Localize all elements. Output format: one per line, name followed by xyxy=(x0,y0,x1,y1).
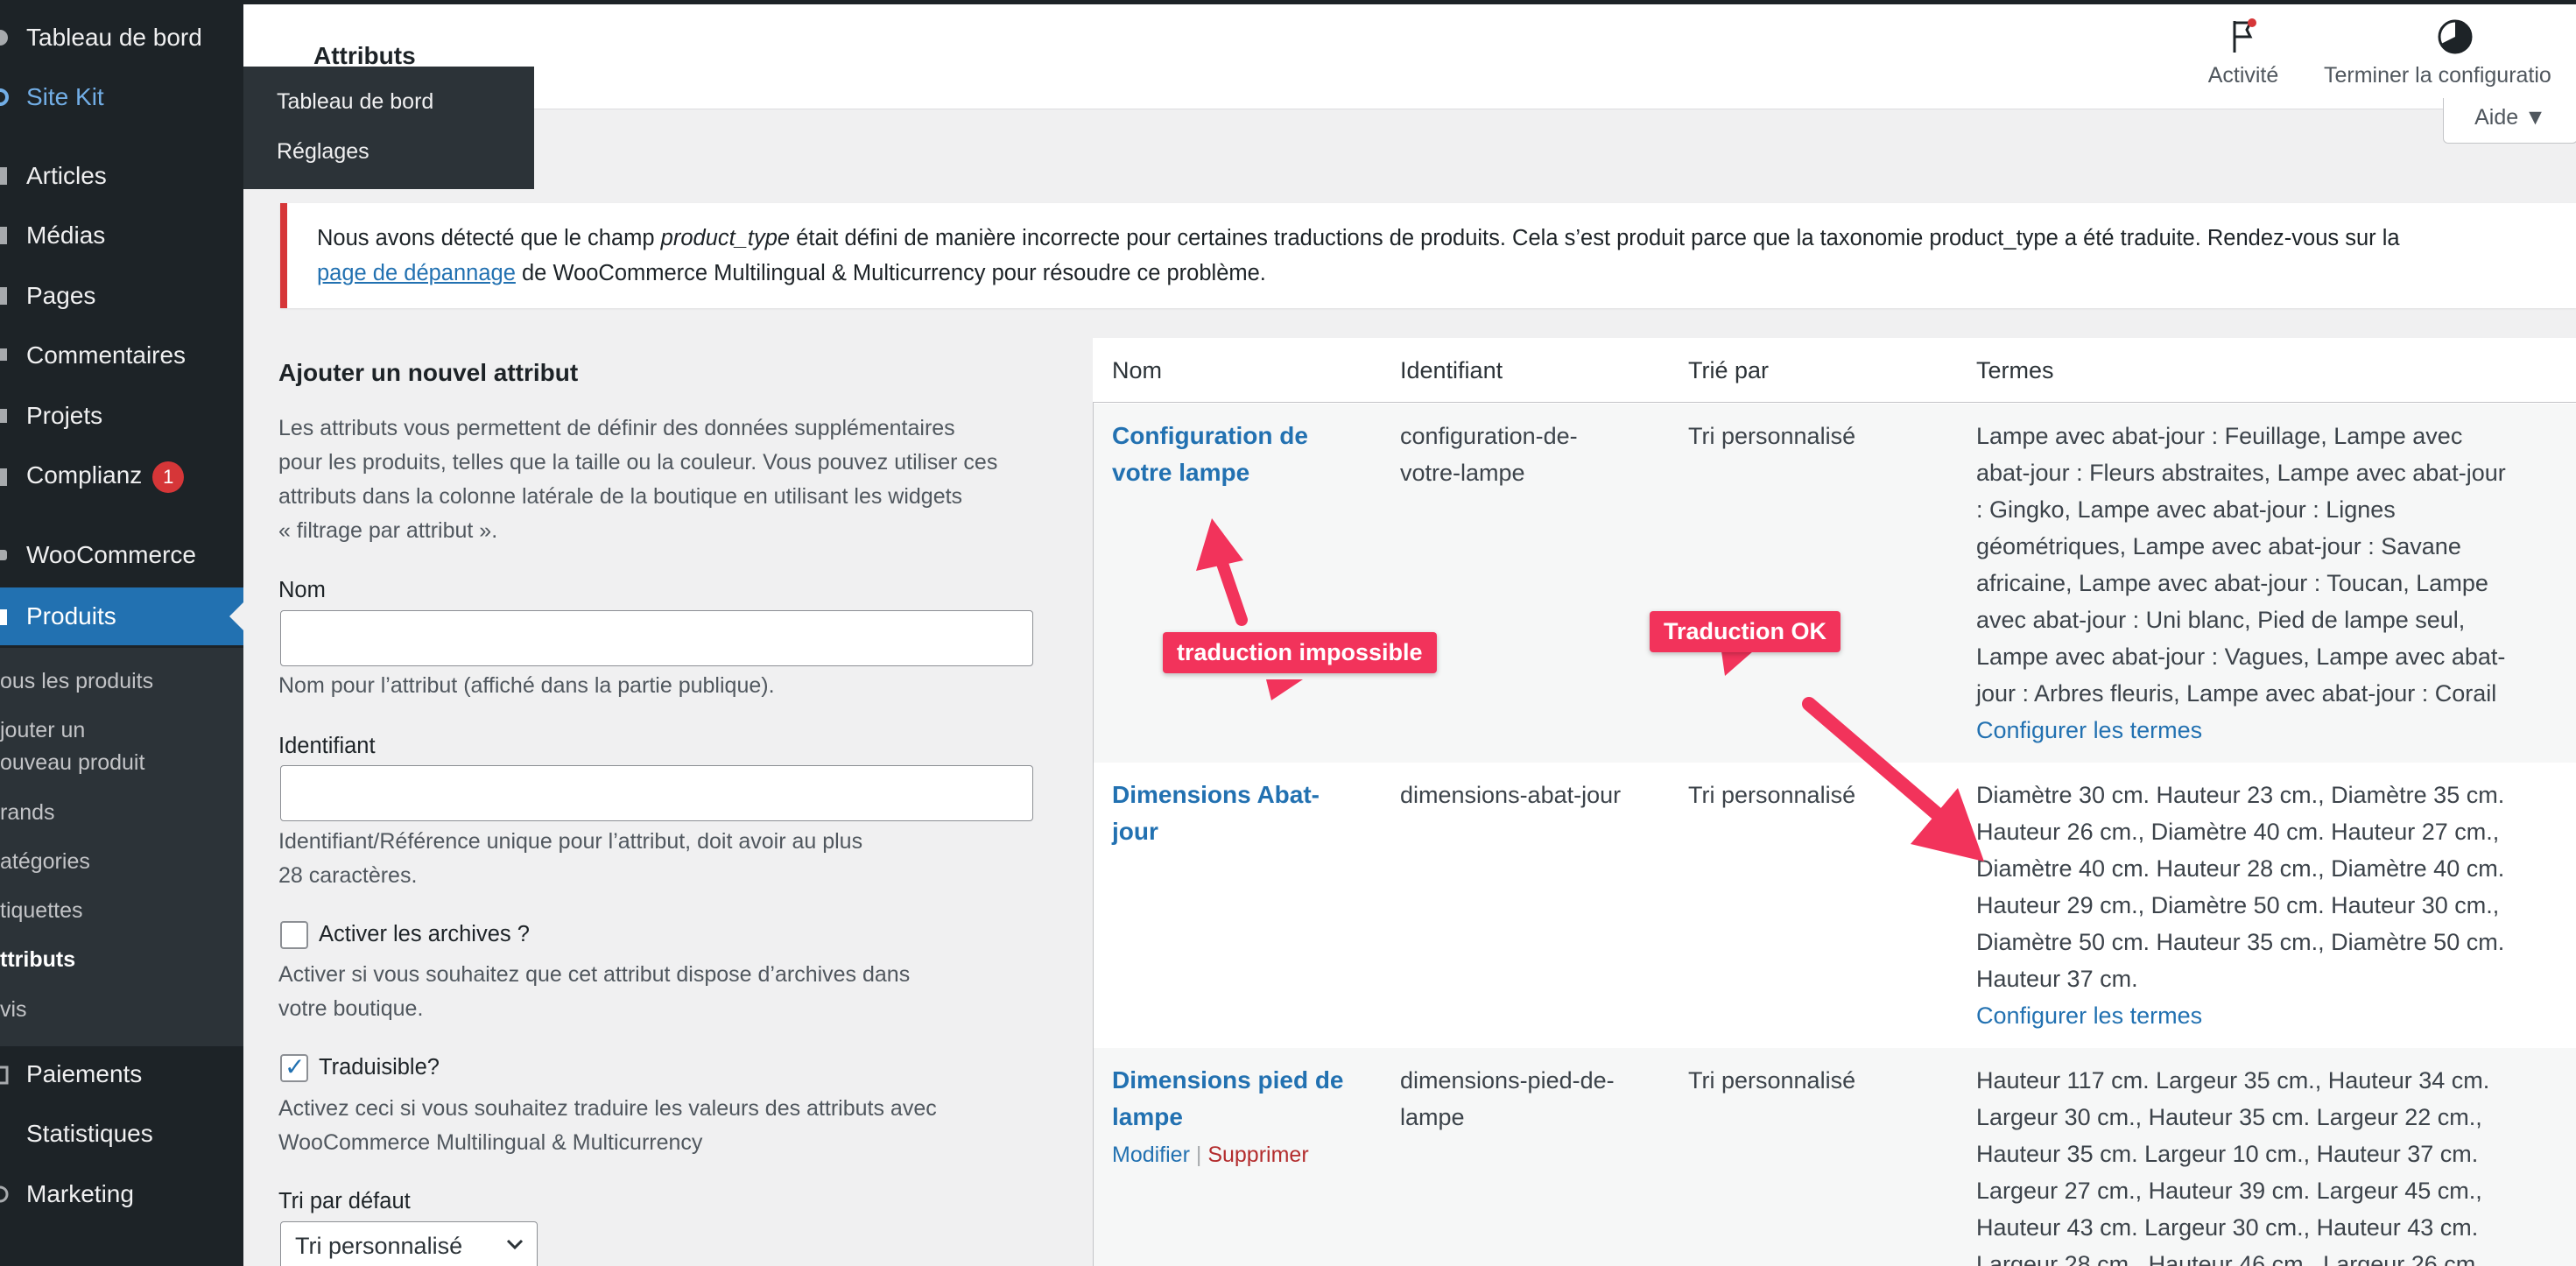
sidebar-item-articles[interactable]: Articles xyxy=(0,147,243,205)
sidebar-item-complianz[interactable]: Complianz 1 xyxy=(0,448,243,506)
submenu-attributes[interactable]: ttributs xyxy=(0,944,75,976)
sidebar-item-label: Articles xyxy=(26,162,107,189)
flyout-item-dashboard[interactable]: Tableau de bord xyxy=(277,89,433,115)
arrow-down-right-icon xyxy=(1802,697,1984,862)
payment-icon xyxy=(0,1062,9,1087)
sidebar-item-projects[interactable]: Projets xyxy=(0,387,243,445)
comment-icon xyxy=(0,343,9,368)
sidebar-item-comments[interactable]: Commentaires xyxy=(0,327,243,384)
sidebar-item-label: Médias xyxy=(26,222,106,249)
submenu-add-new-line2[interactable]: ouveau produit xyxy=(0,747,144,779)
sidebar-item-payments[interactable]: Paiements xyxy=(0,1045,243,1103)
annotation-translation-ok: Traduction OK xyxy=(1650,611,1841,652)
sidebar-item-label: WooCommerce xyxy=(26,541,196,568)
sidebar-item-label: Marketing xyxy=(26,1180,134,1207)
sidebar-item-pages[interactable]: Pages xyxy=(0,267,243,325)
media-icon xyxy=(0,223,9,248)
google-g-icon xyxy=(0,85,9,109)
arrow-up-icon xyxy=(1196,518,1248,626)
submenu-categories[interactable]: atégories xyxy=(0,846,90,878)
page-icon xyxy=(0,284,9,308)
sidebar-item-label: Paiements xyxy=(26,1060,143,1087)
sidebar-item-label: Commentaires xyxy=(26,341,187,369)
sidebar-item-woocommerce[interactable]: WooCommerce xyxy=(0,526,243,584)
sidebar-item-label: Tableau de bord xyxy=(26,24,202,51)
submenu-brands[interactable]: rands xyxy=(0,797,55,829)
sidebar-item-label-wrap: Complianz 1 xyxy=(26,461,185,493)
dashboard-icon xyxy=(0,25,9,50)
submenu-all-products[interactable]: ous les produits xyxy=(0,665,153,698)
flyout-item-settings[interactable]: Réglages xyxy=(277,139,370,165)
megaphone-icon xyxy=(0,1182,9,1206)
archive-icon xyxy=(0,604,9,629)
sidebar-item-label: Projets xyxy=(26,402,103,429)
shield-icon xyxy=(0,465,9,489)
sidebar-item-label: Complianz xyxy=(26,461,143,489)
portfolio-icon xyxy=(0,404,9,428)
sidebar-item-marketing[interactable]: Marketing xyxy=(0,1165,243,1223)
sidebar-item-label: Produits xyxy=(26,602,116,629)
sidebar-item-statistics[interactable]: Statistiques xyxy=(0,1105,243,1163)
bubble-tail xyxy=(1266,679,1303,700)
notification-badge: 1 xyxy=(152,461,185,493)
pin-icon xyxy=(0,164,9,188)
submenu-reviews[interactable]: vis xyxy=(0,994,27,1026)
woocommerce-icon xyxy=(0,543,9,567)
submenu-tags[interactable]: tiquettes xyxy=(0,895,83,927)
sidebar-item-medias[interactable]: Médias xyxy=(0,207,243,264)
site-kit-flyout-menu: Tableau de bord Réglages xyxy=(243,67,534,189)
sidebar-item-site-kit[interactable]: Site Kit xyxy=(0,68,243,126)
admin-bar xyxy=(0,0,2576,4)
submenu-add-new-line1[interactable]: jouter un xyxy=(0,714,85,747)
chart-bar-icon xyxy=(0,1122,9,1146)
sidebar-item-products[interactable]: Produits xyxy=(0,587,243,645)
admin-sidebar: Tableau de bord Site Kit Articles Médias… xyxy=(0,0,243,1266)
sidebar-item-label: Statistiques xyxy=(26,1120,153,1147)
sidebar-item-label: Pages xyxy=(26,282,96,309)
sidebar-item-dashboard[interactable]: Tableau de bord xyxy=(0,9,243,67)
bubble-tail xyxy=(1721,651,1753,676)
annotation-translation-impossible: traduction impossible xyxy=(1163,632,1437,673)
sidebar-item-label: Site Kit xyxy=(26,83,104,110)
